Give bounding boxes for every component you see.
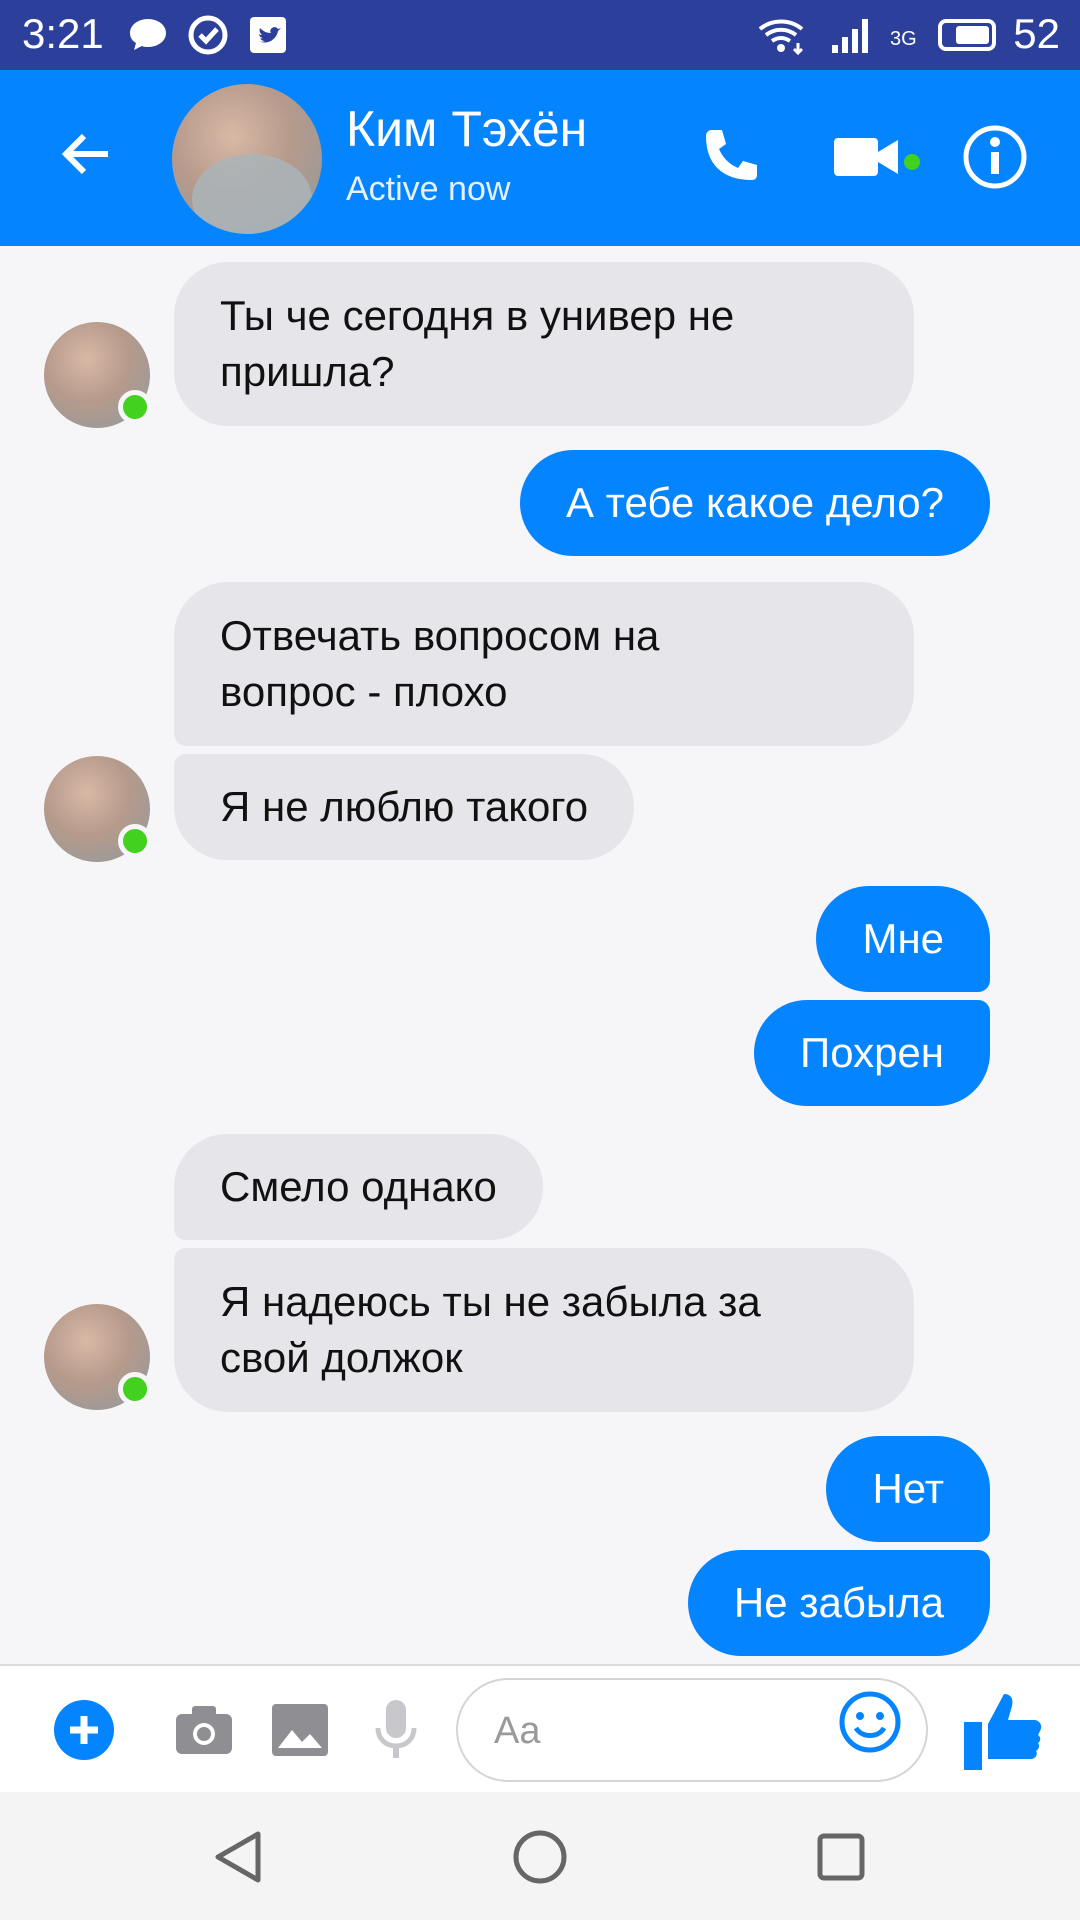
back-arrow-icon[interactable] (56, 124, 116, 184)
message-bubble-incoming[interactable]: Смело однако (174, 1134, 543, 1240)
message-bubble-outgoing[interactable]: Не забыла (687, 1550, 990, 1656)
message-bubble-incoming[interactable]: Отвечать вопросом на вопрос - плохо (174, 582, 914, 746)
message-text: Ты че сегодня в универ не (220, 292, 735, 339)
message-list[interactable]: Ты че сегодня в универ не пришла? А тебе… (0, 246, 1080, 1664)
network-type: 3G (890, 28, 917, 50)
message-bubble-outgoing[interactable]: Похрен (754, 1000, 990, 1106)
battery-icon (938, 19, 996, 51)
signal-icon (832, 19, 868, 53)
info-icon[interactable] (960, 122, 1030, 192)
twitter-icon (250, 17, 286, 53)
message-text: А тебе какое дело? (566, 479, 944, 526)
message-input-placeholder: Aa (494, 1710, 541, 1752)
online-indicator (118, 1372, 152, 1406)
message-bubble-outgoing[interactable]: А тебе какое дело? (520, 450, 990, 556)
emoji-icon[interactable] (838, 1690, 902, 1754)
message-text: вопрос - плохо (220, 668, 508, 715)
sender-avatar[interactable] (44, 322, 152, 428)
back-triangle-icon[interactable] (206, 1824, 272, 1890)
message-composer: Aa (0, 1664, 1080, 1792)
message-text: Я надеюсь ты не забыла за (220, 1278, 761, 1325)
message-text: Смело однако (220, 1163, 497, 1210)
gallery-icon[interactable] (268, 1698, 332, 1762)
phone-icon[interactable] (694, 122, 764, 192)
recents-square-icon[interactable] (808, 1824, 874, 1890)
home-circle-icon[interactable] (507, 1824, 573, 1890)
message-text: Я не люблю такого (220, 783, 589, 830)
message-bubble-incoming[interactable]: Я надеюсь ты не забыла за свой должок (174, 1248, 914, 1412)
battery-level: 52 (1013, 10, 1060, 57)
online-indicator (904, 154, 920, 170)
camera-icon[interactable] (172, 1698, 236, 1762)
message-text: Нет (872, 1465, 944, 1512)
contact-avatar[interactable] (172, 84, 322, 234)
message-bubble-incoming[interactable]: Ты че сегодня в универ не пришла? (174, 262, 914, 426)
conversation-header: Ким Тэхён Active now (0, 70, 1080, 246)
status-time: 3:21 (22, 10, 104, 57)
video-camera-icon[interactable] (830, 122, 904, 192)
sender-avatar[interactable] (44, 756, 152, 862)
check-circle-icon (188, 15, 228, 55)
status-bar: 3:21 3G 52 (0, 0, 1080, 70)
message-text: Не забыла (733, 1579, 944, 1626)
message-text: свой должок (220, 1334, 463, 1381)
message-text: Похрен (800, 1029, 944, 1076)
like-thumb-icon[interactable] (958, 1684, 1048, 1774)
contact-name[interactable]: Ким Тэхён (346, 100, 587, 158)
message-bubble-incoming[interactable]: Я не люблю такого (174, 754, 635, 860)
wifi-icon (758, 19, 804, 56)
message-text: Мне (862, 915, 944, 962)
sender-avatar[interactable] (44, 1304, 152, 1410)
contact-status: Active now (346, 170, 511, 208)
microphone-icon[interactable] (364, 1698, 428, 1762)
message-text: Отвечать вопросом на (220, 612, 660, 659)
message-text: пришла? (220, 348, 395, 395)
navigation-bar (0, 1792, 1080, 1920)
online-indicator (118, 390, 152, 424)
online-indicator (118, 824, 152, 858)
message-bubble-outgoing[interactable]: Мне (816, 886, 990, 992)
chat-bubble-icon (130, 19, 166, 50)
plus-icon[interactable] (52, 1698, 116, 1762)
message-bubble-outgoing[interactable]: Нет (826, 1436, 990, 1542)
